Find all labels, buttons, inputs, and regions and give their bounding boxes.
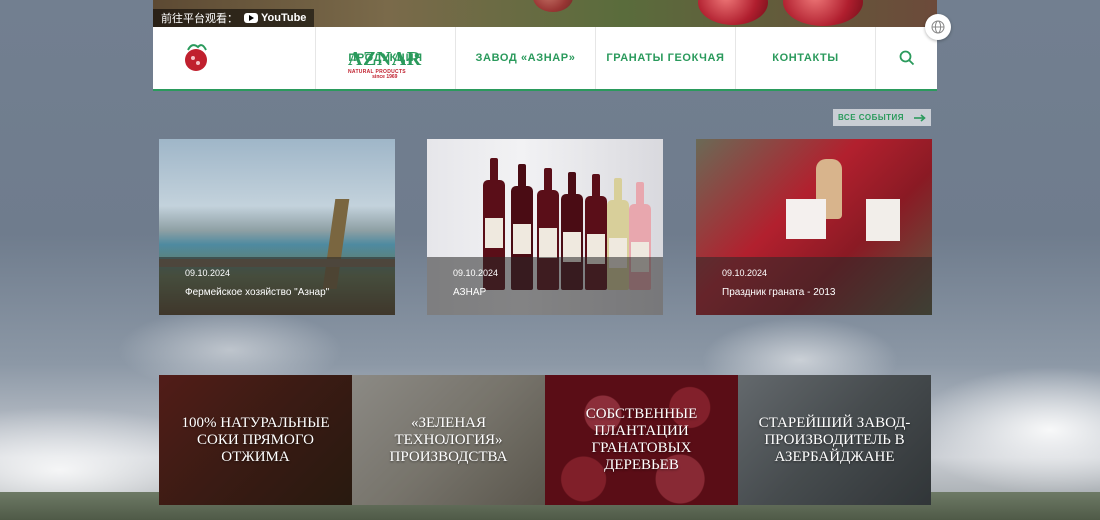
feature-label: 100% НАТУРАЛЬНЫЕ СОКИ ПРЯМОГО ОТЖИМА <box>181 414 330 465</box>
event-date: 09.10.2024 <box>722 268 768 278</box>
search-icon <box>899 50 914 66</box>
logo-brand: AZNAR <box>348 48 422 70</box>
nav-item-factory[interactable]: ЗАВОД «АЗНАР» <box>456 27 596 89</box>
event-card[interactable]: 09.10.2024 АЗНАР <box>427 139 663 315</box>
nav-label: ГРАНАТЫ ГЕОКЧАЯ <box>606 52 725 64</box>
all-events-label: ВСЕ СОБЫТИЯ <box>837 113 905 122</box>
card-overlay <box>159 257 395 315</box>
youtube-watch-bar[interactable]: 前往平台观看： YouTube <box>153 9 315 27</box>
event-card[interactable]: 09.10.2024 Праздник граната - 2013 <box>696 139 932 315</box>
feature-label: «ЗЕЛЕНАЯ ТЕХНОЛОГИЯ» ПРОИЗВОДСТВА <box>389 414 508 465</box>
site-logo[interactable]: AZNAR NATURAL PRODUCTS since 1969 <box>153 27 421 89</box>
card-overlay <box>427 257 663 315</box>
event-date: 09.10.2024 <box>453 268 499 278</box>
gift-bag-image <box>786 199 826 239</box>
feature-tile-oldest-factory[interactable]: СТАРЕЙШИЙ ЗАВОД-ПРОИЗВОДИТЕЛЬ В АЗЕРБАЙД… <box>738 375 931 505</box>
aznar-logo-icon <box>185 44 207 71</box>
feature-tile-green-technology[interactable]: «ЗЕЛЕНАЯ ТЕХНОЛОГИЯ» ПРОИЗВОДСТВА <box>352 375 545 505</box>
card-overlay <box>696 257 932 315</box>
youtube-play-icon <box>244 13 258 23</box>
pomegranate-image <box>783 0 863 26</box>
site-header: AZNAR NATURAL PRODUCTS since 1969 ПРОДУК… <box>153 27 937 91</box>
logo-since: since 1969 <box>372 74 398 80</box>
event-title: Праздник граната - 2013 <box>722 287 836 298</box>
event-date: 09.10.2024 <box>185 268 231 278</box>
youtube-logo[interactable]: YouTube <box>244 12 306 24</box>
feature-label: СОБСТВЕННЫЕ ПЛАНТАЦИИ ГРАНАТОВЫХ ДЕРЕВЬЕ… <box>585 406 698 473</box>
youtube-brand-text: YouTube <box>261 12 307 24</box>
feature-tile-natural-juice[interactable]: 100% НАТУРАЛЬНЫЕ СОКИ ПРЯМОГО ОТЖИМА <box>159 375 352 505</box>
nav-label: ЗАВОД «АЗНАР» <box>475 52 576 64</box>
pomegranate-image <box>698 0 768 25</box>
nav-item-pomegranates[interactable]: ГРАНАТЫ ГЕОКЧАЯ <box>596 27 736 89</box>
search-button[interactable] <box>876 27 937 89</box>
globe-icon <box>931 20 945 34</box>
all-events-button[interactable]: ВСЕ СОБЫТИЯ <box>833 109 931 126</box>
language-button[interactable] <box>925 14 951 40</box>
event-card[interactable]: 09.10.2024 Фермейское хозяйство "Азнар" <box>159 139 395 315</box>
youtube-watch-text: 前往平台观看： <box>161 13 238 25</box>
event-title: Фермейское хозяйство "Азнар" <box>185 287 330 298</box>
nav-label: КОНТАКТЫ <box>772 52 839 64</box>
arrow-right-icon <box>914 113 926 122</box>
logo-text: AZNAR NATURAL PRODUCTS since 1969 <box>348 49 422 80</box>
nav-item-contacts[interactable]: КОНТАКТЫ <box>736 27 876 89</box>
feature-label: СТАРЕЙШИЙ ЗАВОД-ПРОИЗВОДИТЕЛЬ В АЗЕРБАЙД… <box>758 414 911 465</box>
pomegranate-image <box>533 0 573 12</box>
feature-tile-plantations[interactable]: СОБСТВЕННЫЕ ПЛАНТАЦИИ ГРАНАТОВЫХ ДЕРЕВЬЕ… <box>545 375 738 505</box>
event-title: АЗНАР <box>453 287 487 298</box>
gift-box-image <box>866 199 900 241</box>
